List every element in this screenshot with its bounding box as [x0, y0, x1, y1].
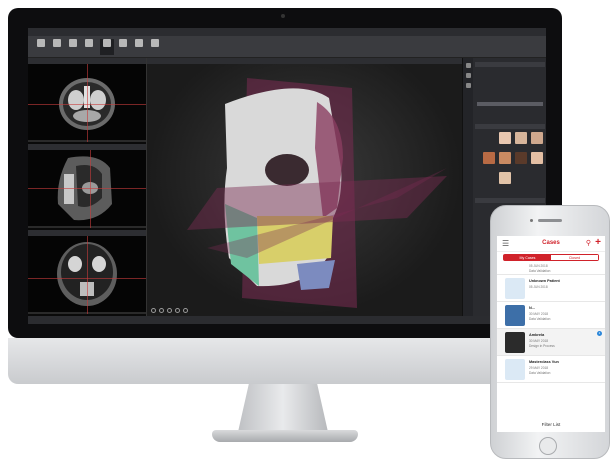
monitor-chin: [8, 338, 562, 384]
right-item-7[interactable]: [477, 108, 543, 112]
slice-views-column: [28, 58, 146, 316]
notification-badge: 1: [597, 331, 602, 336]
product-scene: ☰ Cases ⚲ + My Cases Closed 05 JUN 2018 …: [0, 0, 610, 461]
axial-view[interactable]: [28, 58, 146, 142]
patient-icon: [53, 39, 61, 47]
ribbon-button-2[interactable]: [50, 39, 64, 55]
face-thumbnail-3[interactable]: [531, 132, 543, 144]
app-ribbon: [28, 36, 546, 58]
ribbon-button-5[interactable]: [100, 39, 114, 55]
app-status-bar: [28, 316, 546, 324]
right-item-5[interactable]: [477, 94, 543, 98]
scan-icon: [69, 39, 77, 47]
ribbon-button-4[interactable]: [82, 39, 96, 55]
view-icon: [103, 39, 111, 47]
axial-crosshair-v[interactable]: [87, 64, 88, 142]
sagittal-crosshair-v[interactable]: [90, 150, 91, 228]
scan-thumbnail-icon: [505, 332, 525, 353]
ct-thumbnail-icon: [505, 305, 525, 326]
tab-closed[interactable]: Closed: [551, 255, 598, 260]
case-row-1[interactable]: 05 JUN 2018 Data Validation: [497, 263, 605, 275]
reset-icon[interactable]: [175, 308, 180, 313]
right-item-2[interactable]: [477, 76, 543, 80]
sagittal-slice-image: [57, 156, 112, 221]
3d-render-view[interactable]: [146, 58, 463, 316]
smartphone: ☰ Cases ⚲ + My Cases Closed 05 JUN 2018 …: [490, 205, 610, 459]
search-icon[interactable]: ⚲: [586, 239, 591, 247]
case-list: 05 JUN 2018 Data Validation Unknown Pati…: [497, 263, 605, 383]
face-thumbnail-2[interactable]: [515, 132, 527, 144]
coronal-view[interactable]: [28, 230, 146, 314]
rotate-icon[interactable]: [151, 308, 156, 313]
app-titlebar: [28, 28, 546, 36]
panel-icon-2[interactable]: [465, 73, 471, 78]
face-thumbnail-7[interactable]: [531, 152, 543, 164]
monitor-camera: [281, 14, 285, 18]
right-side-strip: [463, 58, 473, 316]
3d-skull-render: [187, 78, 447, 308]
monitor-stand-base: [212, 430, 358, 442]
phone-home-button[interactable]: [539, 437, 557, 455]
panel-icon-1[interactable]: [465, 63, 471, 68]
export-icon: [135, 39, 143, 47]
case-row-5[interactable]: Masterclass Vun 29 MAY 2018 Data Validat…: [497, 356, 605, 383]
zoom-icon[interactable]: [167, 308, 172, 313]
ribbon-button-3[interactable]: [66, 39, 80, 55]
face-thumbnail-8[interactable]: [499, 172, 511, 184]
settings-icon: [151, 39, 159, 47]
skull-thumbnail-icon: [505, 278, 525, 299]
phone-speaker: [538, 219, 562, 222]
measure-icon[interactable]: [183, 308, 188, 313]
right-item-1[interactable]: [477, 70, 543, 74]
right-section-1[interactable]: [475, 62, 545, 67]
face-thumbnail-6[interactable]: [515, 152, 527, 164]
tools-icon: [119, 39, 127, 47]
skull-thumbnail-icon: [505, 359, 525, 380]
case-row-3[interactable]: N... 30 MAY 2018 Data Validation: [497, 302, 605, 329]
filter-list-button[interactable]: Filter List: [497, 418, 605, 432]
case-row-4[interactable]: Ambrela 30 MAY 2018 Design in Process 1: [497, 329, 605, 356]
ribbon-button-1[interactable]: [34, 39, 48, 55]
right-section-3[interactable]: [475, 198, 545, 203]
right-item-4[interactable]: [477, 88, 543, 92]
right-item-8[interactable]: [477, 114, 543, 118]
right-item-3[interactable]: [477, 82, 543, 86]
tab-my-cases[interactable]: My Cases: [504, 255, 551, 260]
3d-view-toolbar: [151, 308, 188, 313]
case-row-2[interactable]: Unknown Patient 05 JUN 2018: [497, 275, 605, 302]
ribbon-button-6[interactable]: [116, 39, 130, 55]
case-filter-segment: My Cases Closed: [503, 254, 599, 261]
face-thumbnail-1[interactable]: [499, 132, 511, 144]
sagittal-view[interactable]: [28, 144, 146, 228]
phone-camera: [530, 219, 533, 222]
monitor-stand-neck: [238, 384, 328, 432]
coronal-crosshair-v[interactable]: [87, 236, 88, 314]
pan-icon[interactable]: [159, 308, 164, 313]
monitor-screen: [28, 28, 546, 324]
add-case-icon[interactable]: +: [595, 237, 601, 248]
ribbon-button-8[interactable]: [148, 39, 162, 55]
phone-screen: ☰ Cases ⚲ + My Cases Closed 05 JUN 2018 …: [497, 236, 605, 432]
panel-icon-3[interactable]: [465, 83, 471, 88]
mobile-top-bar: ☰ Cases ⚲ +: [497, 236, 605, 252]
sagittal-crosshair-h[interactable]: [28, 188, 146, 189]
layout-icon: [85, 39, 93, 47]
home-icon: [37, 39, 45, 47]
right-item-selected[interactable]: [477, 102, 543, 106]
ribbon-button-7[interactable]: [132, 39, 146, 55]
right-section-2[interactable]: [475, 124, 545, 129]
face-thumbnail-4[interactable]: [483, 152, 495, 164]
face-thumbnail-5[interactable]: [499, 152, 511, 164]
